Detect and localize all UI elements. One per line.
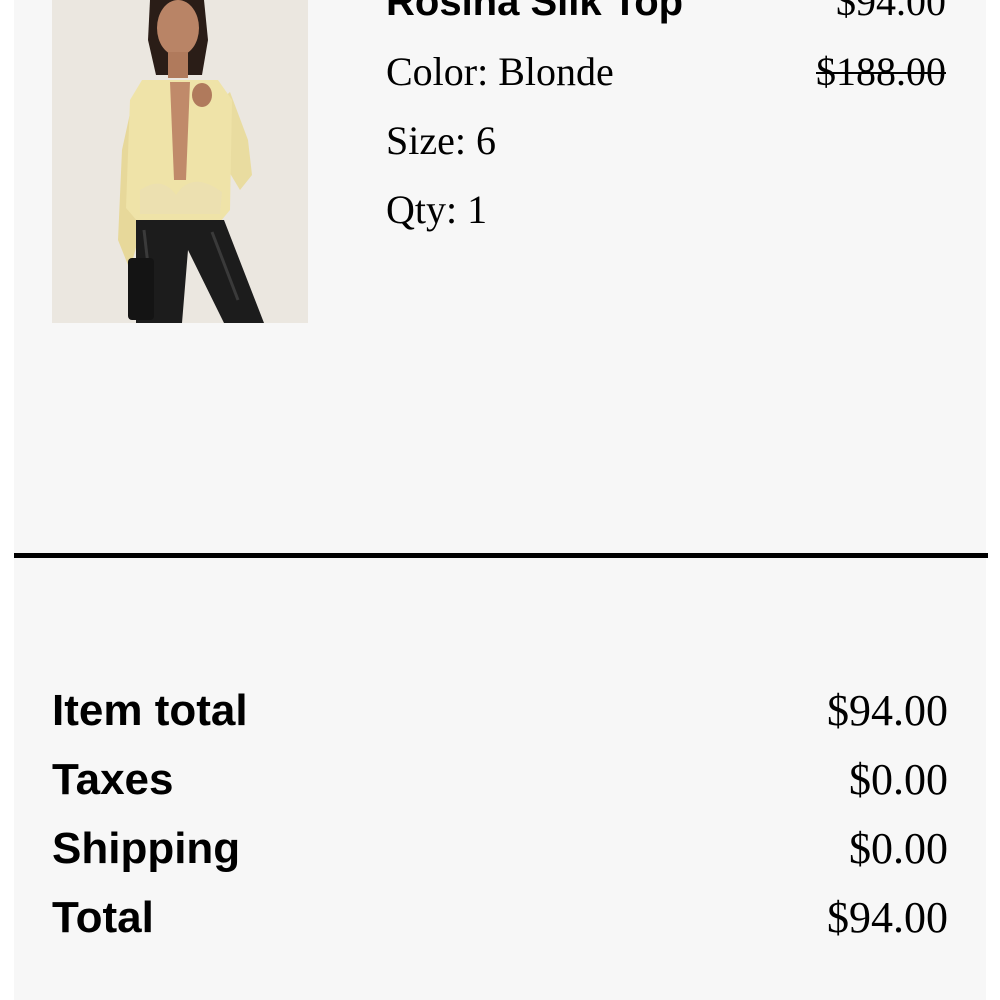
price-original: $188.00 (816, 49, 946, 94)
taxes-label: Taxes (52, 755, 174, 804)
product-image[interactable] (52, 0, 308, 323)
section-divider (14, 553, 988, 558)
total-label: Total (52, 893, 154, 942)
product-size: Size: 6 (386, 118, 496, 163)
product-qty: Qty: 1 (386, 187, 488, 232)
shipping-label: Shipping (52, 824, 241, 873)
product-name[interactable]: Rosina Silk Top (386, 0, 683, 26)
taxes-value: $0.00 (849, 755, 948, 804)
item-total-label: Item total (52, 686, 248, 735)
product-color: Color: Blonde (386, 49, 614, 94)
item-total-value: $94.00 (827, 686, 948, 735)
summary-row-total: Total $94.00 (52, 893, 948, 943)
summary-row-item-total: Item total $94.00 (52, 686, 948, 736)
summary-row-taxes: Taxes $0.00 (52, 755, 948, 805)
product-photo-illustration (52, 0, 308, 323)
price-current: $94.00 (836, 0, 946, 24)
shipping-value: $0.00 (849, 824, 948, 873)
total-value: $94.00 (827, 893, 948, 942)
summary-row-shipping: Shipping $0.00 (52, 824, 948, 874)
